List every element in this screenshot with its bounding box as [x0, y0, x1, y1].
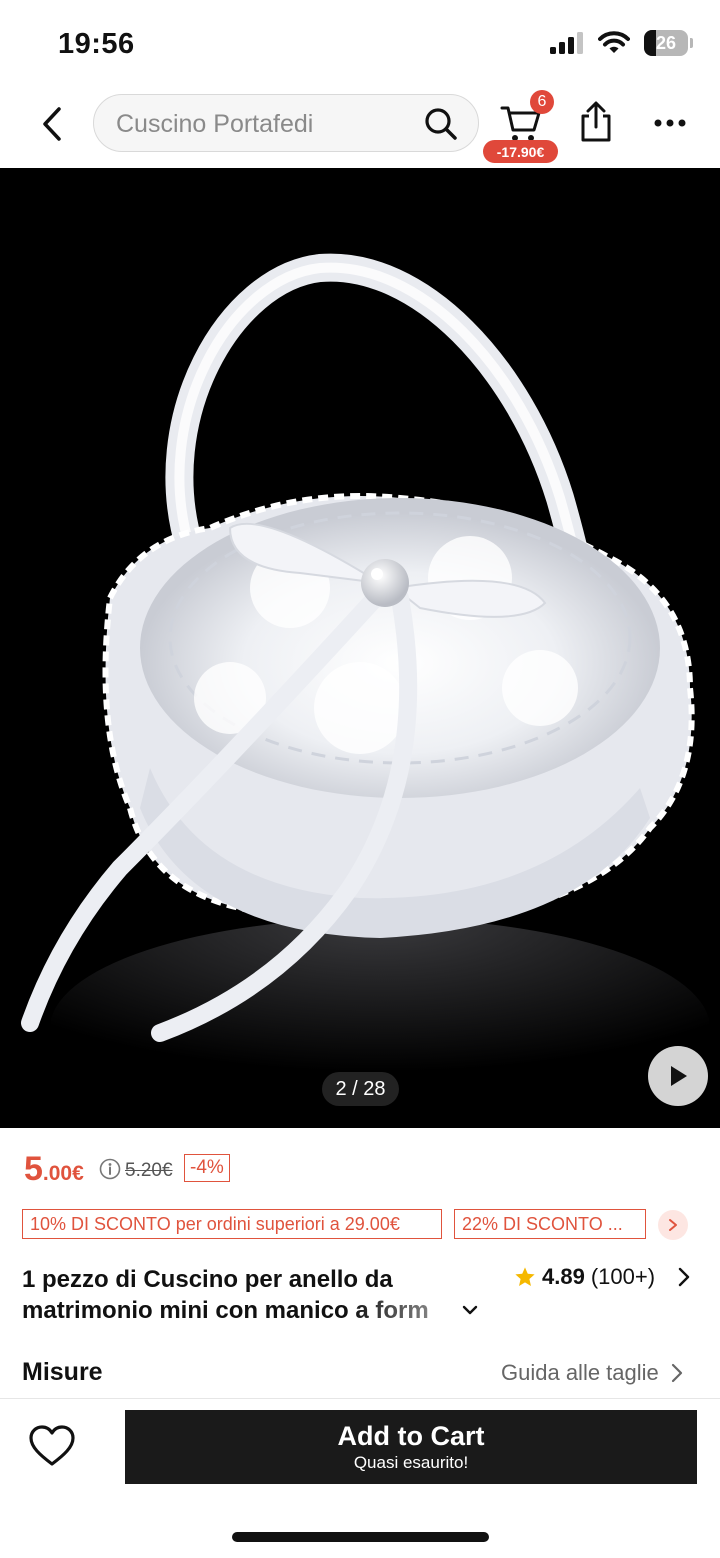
review-count: (100+) [590, 1264, 656, 1289]
play-icon [671, 1066, 687, 1086]
home-indicator [232, 1532, 489, 1542]
status-icons: 26 [550, 30, 693, 56]
original-price: 5.20€ [125, 1160, 173, 1181]
image-counter: 2 / 28 [322, 1072, 399, 1106]
rating-score: 4.89 [542, 1264, 585, 1289]
cart-discount-badge: -17.90€ [483, 140, 558, 163]
play-video-button[interactable] [648, 1046, 708, 1106]
bottom-bar-divider [0, 1398, 720, 1399]
back-icon [43, 107, 61, 141]
chevron-right-icon[interactable] [676, 1266, 692, 1288]
coupon-10-percent[interactable]: 10% DI SCONTO per ordini superiori a 29.… [22, 1209, 442, 1239]
discount-badge: -4% [184, 1154, 230, 1182]
stock-note: Quasi esaurito! [353, 1453, 469, 1472]
add-to-cart-label: Add to Cart [337, 1421, 485, 1451]
back-button[interactable] [30, 102, 74, 146]
chevron-right-icon [671, 1363, 682, 1383]
product-image-gallery[interactable]: 2 / 28 [0, 168, 720, 1128]
search-icon[interactable] [424, 107, 458, 141]
price-row: 5 .00€ 5.20€ -4% [24, 1150, 230, 1190]
product-title-line-2: matrimonio mini con manico a form [22, 1295, 492, 1326]
add-to-cart-button[interactable]: Add to Cart Quasi esaurito! [125, 1410, 697, 1484]
status-bar: 19:56 26 [0, 0, 720, 86]
cart-count-badge: 6 [530, 90, 554, 114]
battery-level: 26 [655, 32, 677, 53]
status-time: 19:56 [58, 28, 135, 60]
rating-summary[interactable]: 4.89 (100+) [514, 1264, 655, 1290]
chevron-right-icon [669, 1219, 677, 1231]
size-guide-link[interactable]: Guida alle taglie [501, 1360, 683, 1386]
coupons-more-button[interactable] [658, 1210, 688, 1240]
price-decimal: .00€ [42, 1162, 84, 1185]
coupon-22-percent[interactable]: 22% DI SCONTO ... [454, 1209, 646, 1239]
star-icon [515, 1267, 535, 1286]
info-icon[interactable] [99, 1158, 121, 1180]
size-guide-label: Guida alle taglie [501, 1360, 659, 1385]
top-nav: 6 -17.90€ [0, 86, 720, 168]
search-bar[interactable] [93, 94, 479, 152]
chevron-down-icon[interactable] [461, 1303, 479, 1317]
product-title-line-1: 1 pezzo di Cuscino per anello da [22, 1266, 393, 1293]
heart-icon[interactable] [28, 1424, 76, 1468]
price-integer: 5 [24, 1150, 43, 1188]
size-section-label: Misure [22, 1358, 103, 1386]
cellular-signal-icon [550, 32, 583, 54]
share-icon[interactable] [576, 100, 616, 144]
more-icon[interactable] [650, 108, 690, 138]
battery-icon: 26 [644, 30, 693, 56]
wifi-icon [598, 31, 630, 53]
search-input[interactable] [116, 105, 416, 143]
product-title[interactable]: 1 pezzo di Cuscino per anello da matrimo… [22, 1264, 492, 1326]
product-image [0, 168, 720, 1128]
